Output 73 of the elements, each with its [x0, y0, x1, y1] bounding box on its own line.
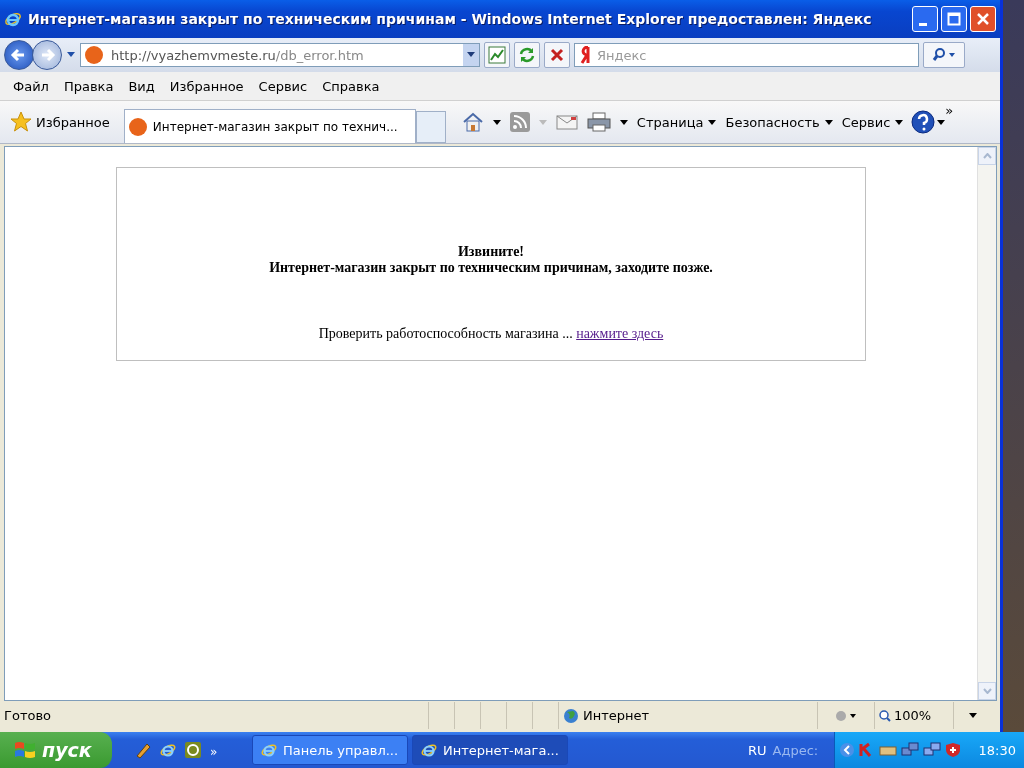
check-link[interactable]: нажмите здесь	[576, 326, 664, 341]
address-label: Адрес:	[772, 742, 819, 758]
compatibility-button[interactable]	[484, 42, 510, 68]
pen-icon[interactable]	[134, 741, 152, 759]
browser-icon[interactable]	[160, 742, 176, 758]
close-icon	[976, 12, 990, 26]
caret-icon	[895, 119, 904, 125]
command-menu[interactable]: Страница	[636, 114, 717, 130]
window-title: Интернет-магазин закрыт по техническим причинам - Windows Internet Explorer предоставлен: Яндекс	[28, 11, 873, 27]
menu-item[interactable]: Вид	[128, 78, 155, 94]
search-button[interactable]	[923, 42, 965, 68]
forward-button[interactable]	[32, 40, 62, 70]
favorites-button[interactable]: Избранное	[6, 111, 124, 133]
heading: Извините!	[457, 244, 525, 260]
check-text: Проверить работоспособность магазина ...	[318, 326, 573, 341]
globe-icon	[563, 707, 579, 724]
menu-item[interactable]: Избранное	[169, 78, 244, 94]
minimize-button[interactable]	[912, 6, 938, 32]
feed-icon[interactable]	[509, 112, 530, 132]
magnifier-icon	[879, 709, 891, 722]
caret-icon[interactable]	[969, 713, 977, 718]
caret-icon	[824, 119, 833, 125]
address-field[interactable]: http://vyazhemvmeste.ru/db_error.htm	[80, 43, 480, 67]
network-icon[interactable]	[900, 742, 919, 758]
caret-icon[interactable]	[492, 119, 501, 125]
taskbar-button[interactable]: Интернет-мага...	[412, 735, 568, 765]
star-icon	[10, 111, 32, 133]
menu-item[interactable]: Файл	[13, 78, 49, 94]
more-button[interactable]: »	[210, 745, 218, 759]
chart-page-icon	[488, 46, 506, 64]
back-button[interactable]	[4, 40, 34, 70]
maximize-icon	[947, 12, 961, 26]
close-button[interactable]	[970, 6, 996, 32]
refresh-button[interactable]	[514, 42, 540, 68]
browser-tab[interactable]: Интернет-магазин закрыт по технич...	[123, 109, 416, 143]
taskbar-button[interactable]: Панель управл...	[252, 735, 408, 765]
dropdown-icon[interactable]	[463, 44, 479, 66]
home-icon[interactable]	[461, 112, 484, 132]
menu-item[interactable]: Правка	[63, 78, 114, 94]
help-icon	[911, 110, 946, 134]
url-text: http://vyazhemvmeste.ru/db_error.htm	[111, 47, 365, 63]
network-icon[interactable]	[922, 742, 941, 758]
zone-text: Интернет	[583, 708, 650, 723]
printer-icon[interactable]	[586, 112, 611, 132]
tray-app-icon[interactable]	[878, 743, 897, 757]
refresh-icon	[518, 46, 536, 64]
message-text: Интернет-магазин закрыт по техническим причинам, заходите позже.	[268, 260, 714, 276]
more-button[interactable]: »	[945, 103, 954, 118]
protected-mode-icon[interactable]	[835, 708, 857, 723]
menu-item[interactable]: Сервис	[258, 78, 308, 94]
status-text: Готово	[0, 702, 429, 729]
language-indicator[interactable]: RU	[748, 742, 767, 758]
menu-item[interactable]: Справка	[322, 78, 380, 94]
maximize-button[interactable]	[941, 6, 967, 32]
dropdown-icon[interactable]	[66, 51, 76, 59]
clock-text: 18:30	[978, 742, 1016, 758]
search-icon	[932, 47, 956, 63]
stop-icon	[548, 46, 566, 64]
windows-flag-icon	[14, 740, 36, 760]
shield-icon[interactable]	[944, 742, 961, 758]
mail-icon[interactable]	[555, 114, 578, 130]
caret-icon[interactable]	[619, 119, 628, 125]
zoom-button[interactable]: 100%	[875, 702, 954, 729]
command-menu[interactable]: Безопасность	[725, 114, 833, 130]
stop-button[interactable]	[544, 42, 570, 68]
caret-icon	[708, 119, 717, 125]
site-icon	[85, 46, 103, 64]
command-menu[interactable]: Сервис	[841, 114, 904, 130]
minimize-icon	[919, 22, 927, 26]
browser-icon	[421, 742, 437, 758]
browser-icon	[4, 10, 22, 28]
browser-icon	[261, 742, 277, 758]
clock-app-icon[interactable]	[184, 741, 202, 759]
